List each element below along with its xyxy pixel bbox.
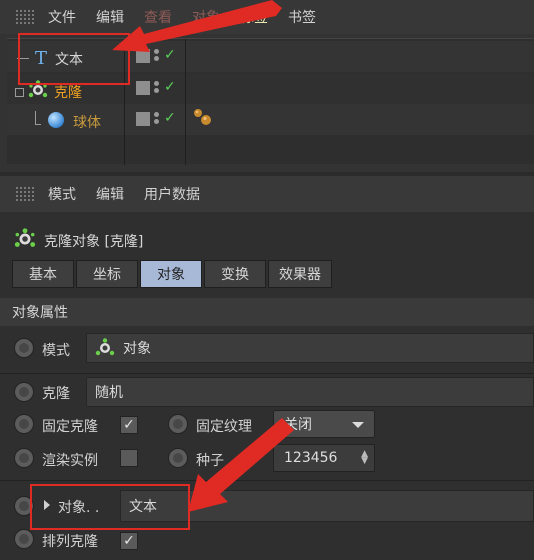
layer-flag-icon[interactable] xyxy=(136,112,150,126)
tree-connector xyxy=(35,111,41,125)
tab-effectors[interactable]: 效果器 xyxy=(268,260,332,288)
chevron-down-icon xyxy=(352,422,364,428)
visibility-dots-icon[interactable] xyxy=(154,112,160,126)
layer-flag-icon[interactable] xyxy=(136,81,150,95)
enabled-check-icon[interactable]: ✓ xyxy=(164,110,176,126)
material-tag-icon[interactable] xyxy=(192,107,214,133)
object-name-sphere: 球体 xyxy=(73,115,101,131)
annotation-arrow-icon xyxy=(112,0,282,52)
enabled-check-icon[interactable]: ✓ xyxy=(164,79,176,95)
annotation-highlight-box xyxy=(30,484,190,530)
sphere-icon xyxy=(47,111,65,133)
cloner-icon xyxy=(95,338,115,358)
tab-basic[interactable]: 基本 xyxy=(12,260,74,288)
collapse-icon[interactable] xyxy=(15,87,24,97)
spinner-arrows-icon[interactable]: ▲ ▼ xyxy=(361,450,368,466)
render-instances-checkbox[interactable] xyxy=(120,449,138,467)
menu-bookmarks[interactable]: 书签 xyxy=(288,7,316,27)
label-clone: 克隆 xyxy=(42,386,70,402)
tree-item-sphere[interactable]: 球体 xyxy=(35,111,101,133)
attribute-title: 克隆对象 [克隆] xyxy=(14,228,143,254)
animate-radio-render-instances[interactable] xyxy=(14,448,34,468)
panel-grip-icon[interactable] xyxy=(16,10,34,24)
divider xyxy=(0,373,534,374)
arrange-clone-checkbox[interactable]: ✓ xyxy=(120,532,138,550)
menu-user-data[interactable]: 用户数据 xyxy=(144,184,200,204)
annotation-arrow-icon xyxy=(188,418,294,512)
label-fix-clone: 固定克隆 xyxy=(42,419,98,435)
animate-radio-fix-clone[interactable] xyxy=(14,414,34,434)
animate-radio-clone[interactable] xyxy=(14,382,34,402)
attribute-tabs: 基本 坐标 对象 变换 效果器 xyxy=(12,260,334,288)
fix-clone-checkbox[interactable]: ✓ xyxy=(120,416,138,434)
tab-coord[interactable]: 坐标 xyxy=(76,260,138,288)
panel-grip-icon[interactable] xyxy=(16,187,34,201)
animate-radio-mode[interactable] xyxy=(14,338,34,358)
menu-edit[interactable]: 编辑 xyxy=(96,184,124,204)
label-mode: 模式 xyxy=(42,343,70,359)
animate-radio-arrange-clone[interactable] xyxy=(14,529,34,549)
tab-object[interactable]: 对象 xyxy=(140,260,202,288)
attribute-manager-menubar: 模式 编辑 用户数据 xyxy=(0,176,534,212)
section-object-properties: 对象属性 xyxy=(0,298,534,326)
visibility-dots-icon[interactable] xyxy=(154,81,160,95)
menu-mode[interactable]: 模式 xyxy=(48,184,76,204)
mode-select[interactable]: 对象 xyxy=(86,333,534,363)
cloner-icon xyxy=(14,228,36,254)
tab-transform[interactable]: 变换 xyxy=(204,260,266,288)
label-render-instances: 渲染实例 xyxy=(42,453,98,469)
menu-file[interactable]: 文件 xyxy=(48,7,76,27)
object-name-cloner: 克隆 xyxy=(54,85,82,101)
clone-select[interactable]: 随机 xyxy=(86,377,534,407)
mode-value: 对象 xyxy=(123,341,151,357)
label-arrange-clone: 排列克隆 xyxy=(42,534,98,550)
attribute-title-text: 克隆对象 [克隆] xyxy=(44,234,144,250)
